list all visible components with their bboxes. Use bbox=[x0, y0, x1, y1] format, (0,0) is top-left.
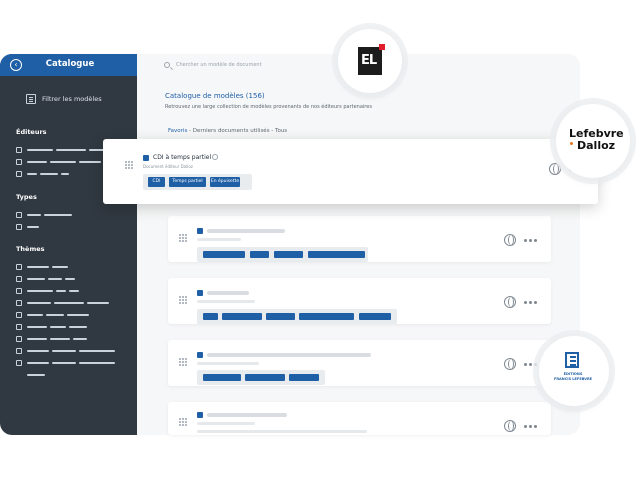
title-placeholder bbox=[207, 353, 371, 357]
globe-icon[interactable] bbox=[549, 163, 561, 175]
drag-handle-icon[interactable] bbox=[179, 418, 187, 426]
tag: En épuisette bbox=[210, 177, 240, 187]
title-placeholder bbox=[207, 291, 249, 295]
checkbox[interactable] bbox=[16, 360, 22, 366]
search-icon bbox=[164, 62, 170, 68]
checkbox[interactable] bbox=[16, 159, 22, 165]
checkbox[interactable] bbox=[16, 312, 22, 318]
subtitle-placeholder bbox=[197, 362, 259, 365]
document-icon bbox=[197, 290, 203, 296]
el-logo-mark: EL bbox=[358, 47, 382, 75]
checkbox[interactable] bbox=[16, 276, 22, 282]
checkbox[interactable] bbox=[16, 324, 22, 330]
section-types: Types bbox=[16, 193, 37, 201]
catalog-title: Catalogue de modèles (156) bbox=[165, 92, 265, 100]
tab-favoris[interactable]: Favoris bbox=[168, 128, 187, 134]
more-options-icon[interactable] bbox=[524, 363, 538, 366]
section-editeurs: Éditeurs bbox=[16, 128, 47, 136]
more-options-icon[interactable] bbox=[524, 301, 538, 304]
filter-icon[interactable] bbox=[26, 94, 36, 104]
subtitle-placeholder bbox=[197, 430, 367, 433]
drag-handle-icon[interactable] bbox=[125, 161, 133, 169]
drag-handle-icon[interactable] bbox=[179, 234, 187, 242]
el-logo-accent bbox=[379, 44, 385, 50]
title-placeholder bbox=[207, 413, 287, 417]
tag-group bbox=[197, 247, 368, 262]
tag: Temps partiel bbox=[169, 177, 206, 187]
template-subtitle: Document éditeur Dalloz bbox=[143, 164, 193, 169]
checkbox[interactable] bbox=[16, 171, 22, 177]
tag-group: CDI Temps partiel En épuisette bbox=[143, 174, 252, 190]
sidebar-title: Catalogue bbox=[45, 59, 95, 69]
more-options-icon[interactable] bbox=[524, 425, 538, 428]
checkbox[interactable] bbox=[16, 264, 22, 270]
checkbox[interactable] bbox=[16, 336, 22, 342]
globe-icon[interactable] bbox=[504, 420, 516, 432]
chevron-left-icon[interactable]: ‹ bbox=[10, 59, 22, 71]
catalog-subtitle: Retrouvez une large collection de modèle… bbox=[165, 104, 372, 110]
document-icon bbox=[143, 155, 149, 161]
highlighted-template-card[interactable] bbox=[103, 139, 598, 204]
template-title[interactable]: CDI à temps partiel bbox=[153, 154, 211, 161]
document-icon bbox=[197, 412, 203, 418]
francis-lefebvre-wordmark: ÉDITIONS FRANCIS LEFEBVRE bbox=[553, 372, 593, 381]
lefebvre-dalloz-wordmark: Lefebvre Dalloz bbox=[569, 127, 624, 152]
subtitle-placeholder bbox=[197, 422, 255, 425]
info-icon[interactable] bbox=[212, 154, 218, 160]
screenshot-canvas: ‹ Catalogue Filtrer les modèles Éditeurs… bbox=[0, 0, 640, 480]
globe-icon[interactable] bbox=[504, 358, 516, 370]
checkbox[interactable] bbox=[16, 348, 22, 354]
globe-icon[interactable] bbox=[504, 234, 516, 246]
search-input[interactable]: Chercher un modèle de document bbox=[176, 62, 262, 68]
tag-group bbox=[197, 370, 325, 385]
globe-icon[interactable] bbox=[504, 296, 516, 308]
document-icon bbox=[197, 352, 203, 358]
filter-button[interactable]: Filtrer les modèles bbox=[42, 95, 102, 103]
drag-handle-icon[interactable] bbox=[179, 296, 187, 304]
sidebar-header: ‹ Catalogue bbox=[0, 54, 137, 76]
more-options-icon[interactable] bbox=[524, 239, 538, 242]
tag-group bbox=[197, 309, 397, 324]
checkbox[interactable] bbox=[16, 224, 22, 230]
drag-handle-icon[interactable] bbox=[179, 358, 187, 366]
title-placeholder bbox=[207, 229, 285, 233]
subtitle-placeholder bbox=[197, 300, 255, 303]
checkbox[interactable] bbox=[16, 147, 22, 153]
tag: CDI bbox=[148, 177, 165, 187]
document-icon bbox=[197, 228, 203, 234]
section-themes: Thèmes bbox=[16, 245, 45, 253]
checkbox[interactable] bbox=[16, 212, 22, 218]
subtitle-placeholder bbox=[197, 238, 241, 241]
lefebvre-dalloz-accent bbox=[570, 142, 573, 145]
catalog-tabs: Favoris - Derniers documents utilisés - … bbox=[168, 128, 287, 134]
fl-logo-mark bbox=[565, 352, 579, 368]
tab-others[interactable]: - Derniers documents utilisés - Tous bbox=[187, 128, 287, 134]
checkbox[interactable] bbox=[16, 300, 22, 306]
francis-lefebvre-logo bbox=[539, 336, 609, 406]
checkbox[interactable] bbox=[16, 288, 22, 294]
